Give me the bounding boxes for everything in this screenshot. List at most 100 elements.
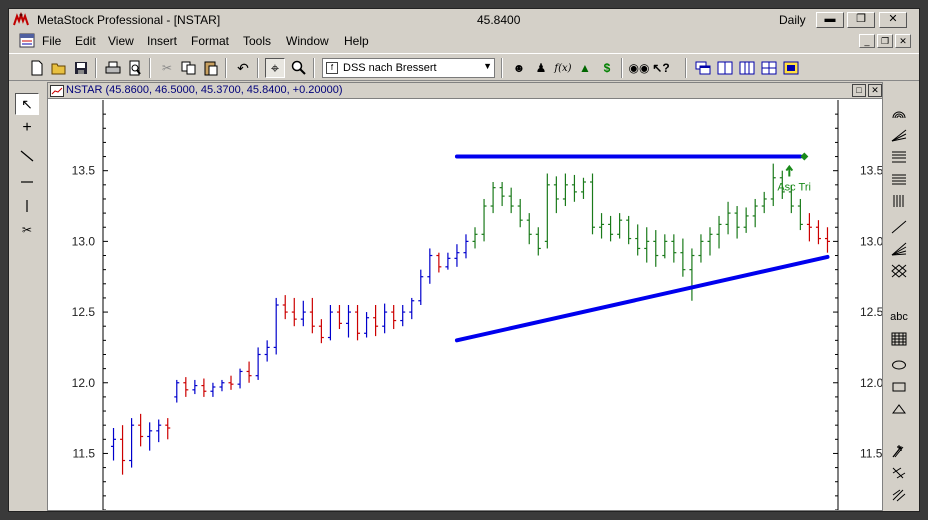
- sell-arrow-tool[interactable]: [888, 463, 910, 483]
- toolbar-separator: [95, 58, 97, 78]
- dollar-button[interactable]: $: [597, 58, 617, 78]
- document-menu-icon[interactable]: [19, 33, 35, 48]
- system-tester-icon: ▲: [579, 61, 591, 75]
- gann-grid-tool[interactable]: [888, 261, 910, 281]
- mdi-minimize-button[interactable]: _: [859, 34, 875, 48]
- chevron-down-icon[interactable]: ▼: [483, 61, 492, 71]
- grid-tool[interactable]: [888, 329, 910, 349]
- right-drawing-toolbar: abc: [884, 101, 914, 511]
- arc-icon: [892, 111, 906, 119]
- expert-advisor-value: DSS nach Bressert: [343, 62, 437, 74]
- zoom-button[interactable]: [289, 58, 309, 78]
- dollar-icon: $: [603, 61, 611, 75]
- close-button[interactable]: ✕: [879, 12, 907, 28]
- vertical-line-tool[interactable]: [15, 195, 39, 217]
- binoculars-icon: ◉◉: [628, 61, 650, 75]
- pattern-annotation-label: Asc Tri: [777, 182, 811, 194]
- cascade-windows-button[interactable]: [693, 58, 713, 78]
- pan-crosshair-button[interactable]: ⌖: [265, 58, 285, 78]
- expert-advisor-select[interactable]: f DSS nach Bressert ▼: [322, 58, 495, 78]
- trendline-icon: [891, 220, 907, 234]
- title-bar: MetaStock Professional - [NSTAR] 45.8400…: [9, 9, 919, 31]
- pattern-marker-diamond: [800, 152, 809, 161]
- y-tick-label-right: 11.5: [860, 446, 882, 460]
- tile-vertical-button[interactable]: [715, 58, 735, 78]
- horizontal-lines-icon: [892, 174, 906, 185]
- context-help-button[interactable]: ↖?: [651, 58, 671, 78]
- gann-grid-icon: [891, 264, 907, 278]
- open-button[interactable]: [49, 58, 69, 78]
- tile-vertical-icon: [717, 61, 733, 75]
- find-button[interactable]: ◉◉: [628, 58, 650, 78]
- trendline-tool[interactable]: [15, 145, 39, 167]
- fan-icon: [891, 129, 907, 142]
- toolbar-separator: [257, 58, 259, 78]
- buy-arrow-icon: [892, 445, 904, 458]
- help-pointer-icon: ↖?: [652, 61, 670, 75]
- fan-tool[interactable]: [888, 125, 910, 145]
- horizontal-line-tool[interactable]: [15, 171, 39, 193]
- undo-button[interactable]: ↶: [233, 58, 253, 78]
- select-tool[interactable]: ↖: [15, 93, 39, 115]
- scissors-icon: ✂: [21, 223, 33, 237]
- cut-button[interactable]: ✂: [157, 58, 177, 78]
- triangle-tool[interactable]: [888, 399, 910, 419]
- expert-advisor-button[interactable]: ♟: [531, 58, 551, 78]
- menu-tools[interactable]: Tools: [243, 34, 271, 48]
- layout-icon: [783, 61, 799, 75]
- layout-button[interactable]: [781, 58, 801, 78]
- exit-arrow-tool[interactable]: [888, 485, 910, 505]
- chart-maximize-button[interactable]: □: [852, 84, 866, 97]
- menu-view[interactable]: View: [108, 34, 134, 48]
- ellipse-tool[interactable]: [888, 355, 910, 375]
- left-drawing-toolbar: ↖ + ✂: [9, 87, 47, 511]
- menu-help[interactable]: Help: [344, 34, 369, 48]
- scissors-icon: ✂: [161, 61, 173, 75]
- chart-close-button[interactable]: ✕: [868, 84, 882, 97]
- buy-arrow-tool[interactable]: [888, 441, 910, 461]
- price-chart[interactable]: 13.5 13.5 13.0 13.0 12.5 12.5 12.0 12.0 11.5 11.5…: [48, 100, 882, 510]
- fibonacci-retracement-icon: [892, 151, 906, 163]
- arc-tool[interactable]: [888, 103, 910, 123]
- menu-edit[interactable]: Edit: [75, 34, 96, 48]
- tile-grid-button[interactable]: [759, 58, 779, 78]
- undo-icon: ↶: [237, 59, 249, 76]
- restore-button[interactable]: ❐: [847, 12, 875, 28]
- y-tick-label-right: 12.0: [860, 376, 882, 390]
- cycle-tool[interactable]: ✂: [15, 219, 39, 241]
- tile-columns-button[interactable]: [737, 58, 757, 78]
- restore-icon: ❐: [880, 36, 890, 46]
- application-window: MetaStock Professional - [NSTAR] 45.8400…: [8, 8, 920, 512]
- mdi-restore-button[interactable]: ❐: [877, 34, 893, 48]
- menu-format[interactable]: Format: [191, 34, 229, 48]
- save-button[interactable]: [71, 58, 91, 78]
- explorer-button[interactable]: ☻: [509, 58, 529, 78]
- minimize-icon: ▬: [824, 13, 836, 25]
- menu-window[interactable]: Window: [286, 34, 329, 48]
- minimize-button[interactable]: ▬: [816, 12, 844, 28]
- print-button[interactable]: [103, 58, 123, 78]
- rectangle-tool[interactable]: [888, 377, 910, 397]
- horizontal-lines-tool[interactable]: [888, 169, 910, 189]
- speed-lines-tool[interactable]: [888, 239, 910, 259]
- new-button[interactable]: [27, 58, 47, 78]
- explorer-person-icon: ☻: [512, 61, 526, 75]
- indicator-builder-button[interactable]: f(x): [553, 58, 573, 78]
- vertical-lines-tool[interactable]: [888, 191, 910, 211]
- crosshair-tool[interactable]: +: [15, 117, 39, 139]
- toolbar-separator: [149, 58, 151, 78]
- paste-button[interactable]: [201, 58, 221, 78]
- mdi-close-button[interactable]: ✕: [895, 34, 911, 48]
- text-tool[interactable]: abc: [888, 307, 910, 327]
- trendline-tool-right[interactable]: [888, 217, 910, 237]
- y-tick-label-right: 13.0: [860, 234, 882, 248]
- print-preview-button[interactable]: [125, 58, 145, 78]
- support-trendline: [454, 254, 830, 343]
- fibonacci-retracement-tool[interactable]: [888, 147, 910, 167]
- copy-button[interactable]: [179, 58, 199, 78]
- menu-file[interactable]: File: [42, 34, 61, 48]
- system-tester-button[interactable]: ▲: [575, 58, 595, 78]
- menu-insert[interactable]: Insert: [147, 34, 177, 48]
- grid-icon: [891, 332, 907, 346]
- copy-icon: [181, 61, 196, 75]
